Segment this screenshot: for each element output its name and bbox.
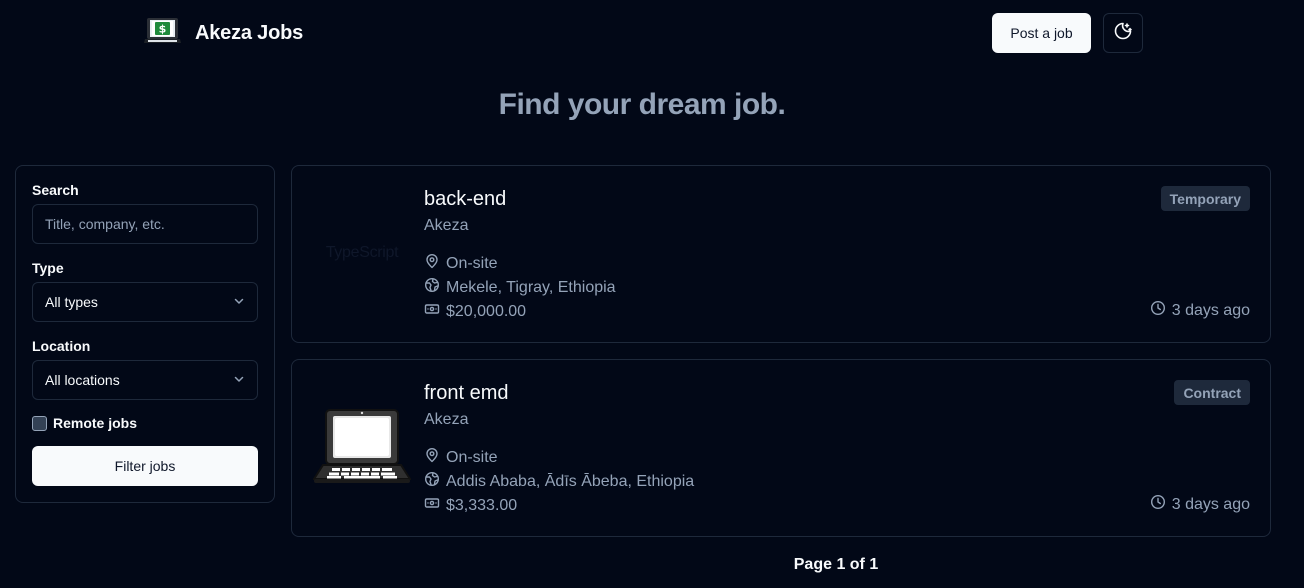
job-salary: $3,333.00 [424,495,517,516]
globe-icon [424,277,440,298]
laptop-icon [312,407,412,490]
job-location-type-text: On-site [446,254,498,272]
job-location-text: Addis Ababa, Ādīs Ābeba, Ethiopia [446,472,695,490]
filter-jobs-button[interactable]: Filter jobs [32,446,258,486]
job-location-text: Mekele, Tigray, Ethiopia [446,278,616,296]
job-location-type: On-site [424,253,498,274]
theme-toggle-button[interactable] [1103,13,1143,53]
job-company: Akeza [424,217,469,234]
job-company: Akeza [424,411,469,428]
job-card[interactable]: front emd Akeza On-site Addis Ababa, Ādī… [291,359,1271,537]
banknote-icon [424,495,440,516]
pagination-status: Page 1 of 1 [793,556,879,573]
chevron-down-icon [233,294,245,310]
location-select[interactable]: All locations [32,360,258,400]
job-location-type: On-site [424,447,498,468]
type-select[interactable]: All types [32,282,258,322]
map-pin-icon [424,447,440,468]
company-logo: TypeScript [312,203,412,303]
brand-title: Akeza Jobs [195,21,304,44]
globe-icon [424,471,440,492]
banknote-icon [424,301,440,322]
job-posted-text: 3 days ago [1171,495,1250,513]
job-location: Addis Ababa, Ādīs Ābeba, Ethiopia [424,471,694,492]
location-label: Location [32,338,91,354]
brand[interactable]: $ Akeza Jobs [144,16,303,50]
job-card[interactable]: TypeScript back-end Akeza On-site Mekele… [291,165,1271,343]
type-select-value: All types [45,294,98,310]
company-logo [312,398,412,498]
search-label: Search [32,182,79,198]
header: $ Akeza Jobs Post a job [0,0,1304,66]
job-posted-age: 3 days ago [1150,494,1250,515]
employment-type-badge: Contract [1174,380,1250,405]
job-salary: $20,000.00 [424,301,526,322]
remote-jobs-row: Remote jobs [32,415,137,431]
chevron-down-icon [233,372,245,388]
remote-jobs-label[interactable]: Remote jobs [53,415,137,431]
filter-sidebar: Search Type All types Location All locat… [15,165,275,503]
job-salary-text: $3,333.00 [446,496,518,514]
laptop-money-logo-icon: $ [144,16,181,50]
job-title: back-end [424,188,507,210]
page-title: Find your dream job. [498,88,786,121]
clock-icon [1150,300,1166,321]
job-location-type-text: On-site [446,448,498,466]
type-label: Type [32,260,64,276]
clock-icon [1150,494,1166,515]
moon-stars-icon [1113,21,1133,46]
map-pin-icon [424,253,440,274]
job-title: front emd [424,382,509,404]
remote-jobs-checkbox[interactable] [32,415,47,431]
job-posted-text: 3 days ago [1171,301,1250,319]
location-select-value: All locations [45,372,120,388]
company-logo-alt-text: TypeScript [325,244,399,261]
job-location: Mekele, Tigray, Ethiopia [424,277,616,298]
search-input[interactable] [32,204,258,244]
job-salary-text: $20,000.00 [446,302,527,320]
employment-type-badge: Temporary [1160,186,1250,211]
svg-text:$: $ [159,23,167,36]
job-posted-age: 3 days ago [1150,300,1250,321]
post-a-job-button[interactable]: Post a job [992,13,1091,53]
